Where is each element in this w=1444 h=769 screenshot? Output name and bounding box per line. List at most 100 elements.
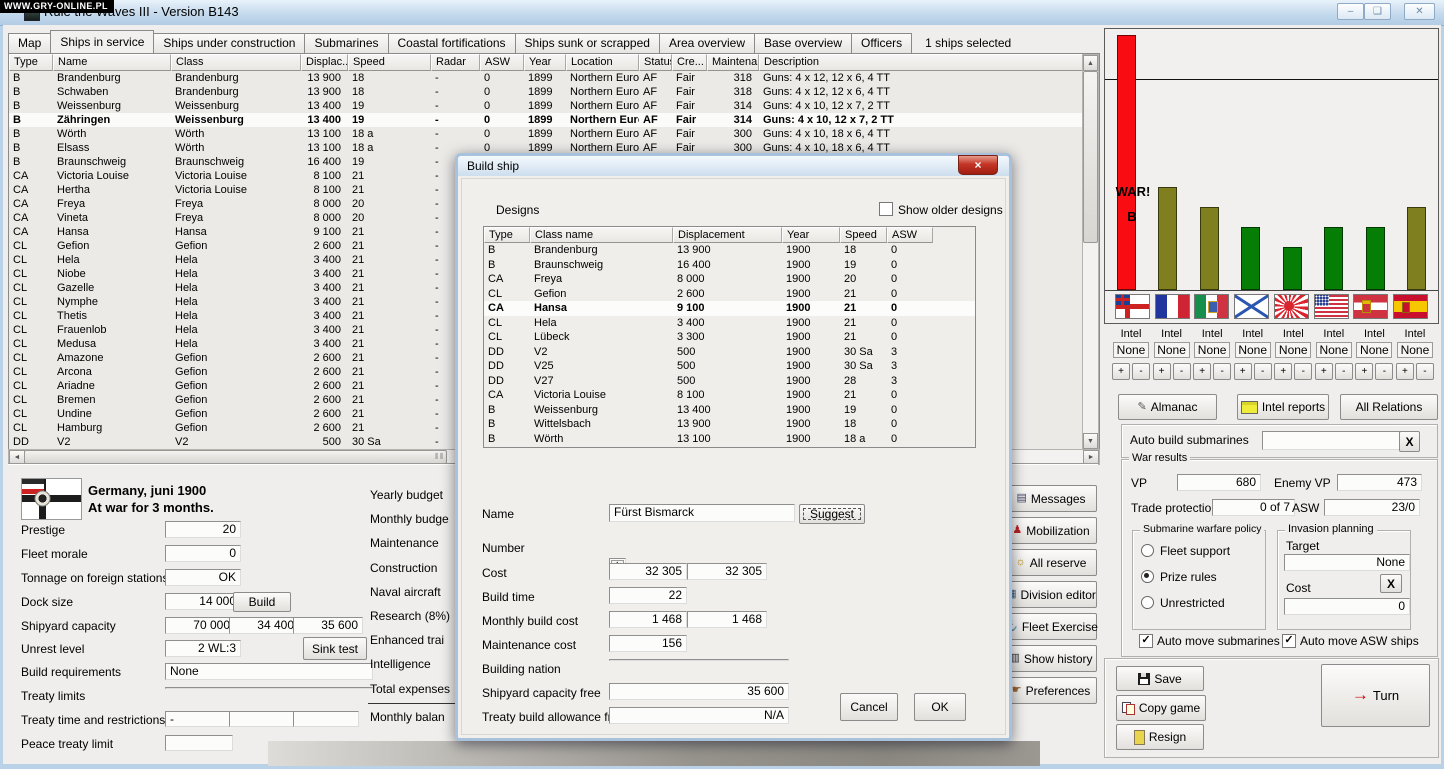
designs-column-header[interactable]: Speed — [840, 227, 887, 243]
nation-flag-icon[interactable] — [1274, 294, 1309, 319]
intel-minus-button[interactable]: - — [1132, 363, 1150, 380]
auto-build-select[interactable] — [1262, 431, 1404, 450]
turn-button[interactable]: Turn — [1321, 664, 1430, 727]
tab[interactable]: Map — [8, 33, 51, 53]
intel-minus-button[interactable]: - — [1294, 363, 1312, 380]
intel-plus-button[interactable]: + — [1355, 363, 1373, 380]
intel-minus-button[interactable]: - — [1254, 363, 1272, 380]
column-header[interactable]: Cre... — [672, 54, 707, 71]
design-row[interactable]: CA Hansa 9 100 1900 21 0 — [484, 301, 975, 316]
close-button[interactable]: ✕ — [1404, 3, 1435, 20]
maximize-button[interactable]: ❑ — [1364, 3, 1391, 20]
column-header[interactable]: Speed — [348, 54, 431, 71]
radio-icon[interactable] — [1141, 570, 1154, 583]
column-header[interactable]: Class — [171, 54, 301, 71]
intel-reports-button[interactable]: Intel reports — [1237, 394, 1329, 420]
scroll-right-icon[interactable]: ► — [1083, 450, 1099, 464]
column-header[interactable]: Status — [639, 54, 672, 71]
suggest-button[interactable]: Suggest — [799, 504, 865, 524]
design-row[interactable]: B Wittelsbach 13 900 1900 18 0 — [484, 417, 975, 432]
intel-minus-button[interactable]: - — [1416, 363, 1434, 380]
dialog-title-bar[interactable]: Build ship × — [458, 156, 1009, 176]
column-header[interactable]: Maintenan... — [707, 54, 759, 71]
intel-plus-button[interactable]: + — [1193, 363, 1211, 380]
column-header[interactable]: ASW — [480, 54, 524, 71]
policy-option[interactable]: Fleet support — [1141, 544, 1265, 557]
table-row[interactable]: B Weissenburg Weissenburg 13 400 19 - 0 … — [9, 99, 1084, 113]
horizontal-scroll-thumb[interactable]: ⦀⦀ — [24, 450, 447, 464]
policy-option[interactable]: Unrestricted — [1141, 596, 1265, 609]
auto-move-subs-checkbox[interactable] — [1139, 634, 1153, 648]
design-row[interactable]: CL Hela 3 400 1900 21 0 — [484, 316, 975, 331]
table-row[interactable]: B Zähringen Weissenburg 13 400 19 - 0 18… — [9, 113, 1084, 127]
designs-column-header[interactable]: Class name — [530, 227, 673, 243]
design-row[interactable]: DD V25 500 1900 30 Sa 3 — [484, 359, 975, 374]
minimize-button[interactable]: – — [1337, 3, 1364, 20]
radio-icon[interactable] — [1141, 596, 1154, 609]
designs-column-header[interactable]: Displacement — [673, 227, 782, 243]
auto-move-asw-checkbox[interactable] — [1282, 634, 1296, 648]
nation-flag-icon[interactable] — [1155, 294, 1190, 319]
show-older-designs-checkbox[interactable] — [879, 202, 893, 216]
intel-plus-button[interactable]: + — [1234, 363, 1252, 380]
tab[interactable]: 1 ships selected — [911, 34, 1020, 53]
tab[interactable]: Ships under construction — [153, 33, 305, 53]
column-header[interactable]: Location — [566, 54, 639, 71]
nation-flag-icon[interactable] — [1194, 294, 1229, 319]
vertical-scroll-thumb[interactable] — [1083, 71, 1098, 243]
intel-minus-button[interactable]: - — [1213, 363, 1231, 380]
column-header[interactable]: Radar — [431, 54, 480, 71]
intel-minus-button[interactable]: - — [1335, 363, 1353, 380]
tab[interactable]: Base overview — [754, 33, 852, 53]
nation-flag-icon[interactable] — [1353, 294, 1388, 319]
tab[interactable]: Ships in service — [50, 30, 154, 53]
column-header[interactable]: Name — [53, 54, 171, 71]
nation-flag-icon[interactable] — [1314, 294, 1349, 319]
almanac-button[interactable]: Almanac — [1118, 394, 1217, 420]
design-row[interactable]: CL Lübeck 3 300 1900 21 0 — [484, 330, 975, 345]
design-row[interactable]: B Brandenburg 13 900 1900 18 0 — [484, 243, 975, 258]
messages-button[interactable]: Messages — [1005, 485, 1097, 512]
preferences-button[interactable]: Preferences — [1005, 677, 1097, 704]
vertical-scrollbar[interactable]: ▲ ▼ — [1082, 54, 1099, 450]
name-input[interactable]: Fürst Bismarck — [609, 504, 795, 522]
designs-column-header[interactable]: Type — [484, 227, 530, 243]
all-reserve-button[interactable]: All reserve — [1005, 549, 1097, 576]
scroll-up-icon[interactable]: ▲ — [1083, 55, 1098, 71]
designs-column-header[interactable]: Year — [782, 227, 840, 243]
cancel-button[interactable]: Cancel — [840, 693, 898, 721]
intel-minus-button[interactable]: - — [1375, 363, 1393, 380]
design-row[interactable]: DD V27 500 1900 28 3 — [484, 374, 975, 389]
intel-plus-button[interactable]: + — [1153, 363, 1171, 380]
nation-flag-icon[interactable] — [1234, 294, 1269, 319]
design-row[interactable]: DD V2 500 1900 30 Sa 3 — [484, 345, 975, 360]
design-row[interactable]: B Wörth 13 100 1900 18 a 0 — [484, 432, 975, 447]
column-header[interactable]: Displac... — [301, 54, 348, 71]
fleet-exercise-button[interactable]: Fleet Exercise — [1005, 613, 1097, 640]
column-header[interactable]: Description — [759, 54, 1084, 71]
design-row[interactable]: CL Gefion 2 600 1900 21 0 — [484, 287, 975, 302]
column-header[interactable]: Year — [524, 54, 566, 71]
intel-plus-button[interactable]: + — [1396, 363, 1414, 380]
ok-button[interactable]: OK — [914, 693, 966, 721]
auto-build-clear-button[interactable]: X — [1399, 431, 1420, 452]
tab[interactable]: Submarines — [304, 33, 388, 53]
intel-plus-button[interactable]: + — [1112, 363, 1130, 380]
radio-icon[interactable] — [1141, 544, 1154, 557]
intel-minus-button[interactable]: - — [1173, 363, 1191, 380]
mobilization-button[interactable]: Mobilization — [1005, 517, 1097, 544]
nation-flag-icon[interactable] — [1393, 294, 1428, 319]
designs-column-header[interactable]: ASW — [887, 227, 933, 243]
tab[interactable]: Officers — [851, 33, 912, 53]
build-button[interactable]: Build — [233, 592, 291, 612]
design-row[interactable]: CA Victoria Louise 8 100 1900 21 0 — [484, 388, 975, 403]
invasion-clear-button[interactable]: X — [1380, 574, 1402, 593]
all-relations-button[interactable]: All Relations — [1340, 394, 1438, 420]
policy-option[interactable]: Prize rules — [1141, 570, 1265, 583]
table-row[interactable]: B Wörth Wörth 13 100 18 a - 0 1899 North… — [9, 127, 1084, 141]
sink-test-button[interactable]: Sink test — [303, 637, 367, 660]
save-button[interactable]: Save — [1116, 666, 1204, 691]
dialog-close-button[interactable]: × — [958, 155, 998, 175]
show-history-button[interactable]: Show history — [1005, 645, 1097, 672]
table-row[interactable]: B Brandenburg Brandenburg 13 900 18 - 0 … — [9, 71, 1084, 85]
